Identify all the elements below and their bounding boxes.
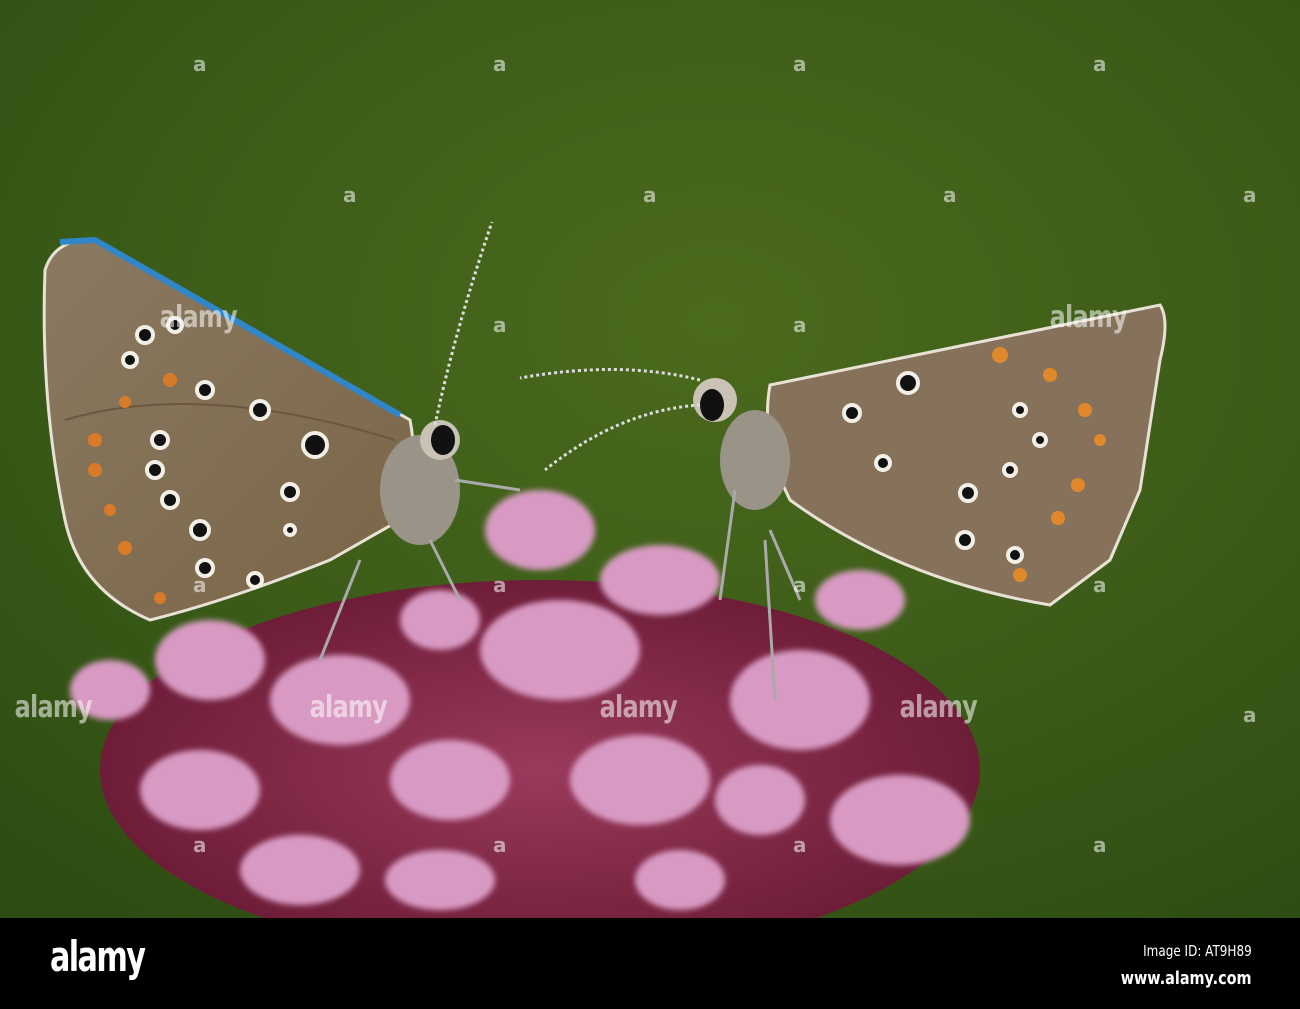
image-id: Image ID: AT9H89: [1143, 942, 1252, 960]
watermark-letter: a: [493, 573, 507, 597]
watermark-letter: a: [193, 833, 207, 857]
photo: [0, 0, 1300, 918]
watermark: alamy: [899, 690, 978, 725]
watermark-letter: a: [1093, 52, 1107, 76]
watermark-letter: a: [793, 833, 807, 857]
watermark: alamy: [159, 300, 238, 335]
watermark: alamy: [599, 690, 678, 725]
watermark: alamy: [14, 690, 93, 725]
watermark-letter: a: [193, 573, 207, 597]
watermark-letter: a: [793, 313, 807, 337]
watermark-letter: a: [493, 52, 507, 76]
watermark-letter: a: [1243, 703, 1257, 727]
watermark-letter: a: [793, 573, 807, 597]
alamy-logo: alamy: [50, 932, 146, 981]
watermark-letter: a: [793, 52, 807, 76]
watermark-letter: a: [193, 52, 207, 76]
watermark: alamy: [1049, 300, 1128, 335]
watermark-letter: a: [943, 183, 957, 207]
watermark-letter: a: [493, 833, 507, 857]
watermark: alamy: [309, 690, 388, 725]
website-link[interactable]: www.alamy.com: [1121, 968, 1252, 989]
watermark-letter: a: [1243, 183, 1257, 207]
watermark-letter: a: [1093, 833, 1107, 857]
watermark-letter: a: [493, 313, 507, 337]
watermark-letter: a: [643, 183, 657, 207]
footer-bar: alamy Image ID: AT9H89 www.alamy.com: [0, 918, 1300, 1009]
watermark-letter: a: [343, 183, 357, 207]
watermark-letter: a: [1093, 573, 1107, 597]
